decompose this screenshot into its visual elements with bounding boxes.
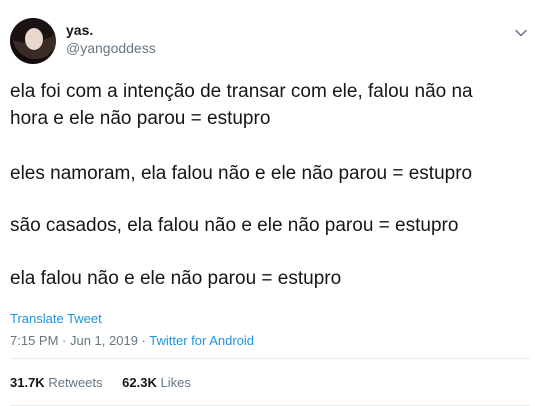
meta-separator: · xyxy=(58,333,70,348)
likes-label: Likes xyxy=(160,375,191,390)
chevron-down-icon[interactable] xyxy=(514,26,528,40)
retweets-label: Retweets xyxy=(48,375,103,390)
tweet-source-link[interactable]: Twitter for Android xyxy=(149,333,254,348)
tweet-card: yas. @yangoddess ela foi com a intenção … xyxy=(0,0,535,406)
tweet-stats: 31.7K Retweets 62.3K Likes xyxy=(10,375,207,390)
tweet-paragraph-4: ela falou não e ele não parou = estupro xyxy=(10,268,342,289)
likes-count: 62.3K xyxy=(122,375,157,390)
divider xyxy=(10,358,530,359)
likes-stat[interactable]: 62.3K Likes xyxy=(122,375,191,390)
retweets-stat[interactable]: 31.7K Retweets xyxy=(10,375,103,390)
tweet-line-1: ela foi com a intenção de transar com el… xyxy=(10,81,473,102)
tweet-paragraph-3: são casados, ela falou não e ele não par… xyxy=(10,215,459,236)
tweet-meta: 7:15 PM · Jun 1, 2019 · Twitter for Andr… xyxy=(10,333,254,348)
user-handle[interactable]: @yangoddess xyxy=(66,40,156,56)
tweet-time[interactable]: 7:15 PM xyxy=(10,333,58,348)
avatar[interactable] xyxy=(10,18,56,64)
tweet-paragraph-2: eles namoram, ela falou não e ele não pa… xyxy=(10,163,473,184)
retweets-count: 31.7K xyxy=(10,375,45,390)
display-name[interactable]: yas. xyxy=(66,22,93,38)
tweet-date[interactable]: Jun 1, 2019 xyxy=(70,333,138,348)
tweet-paragraph-1: ela foi com a intenção de transar com el… xyxy=(10,78,473,132)
tweet-line-2: hora e ele não parou = estupro xyxy=(10,108,271,129)
avatar-face xyxy=(25,28,43,50)
meta-separator: · xyxy=(137,333,150,348)
translate-tweet-link[interactable]: Translate Tweet xyxy=(10,311,102,326)
